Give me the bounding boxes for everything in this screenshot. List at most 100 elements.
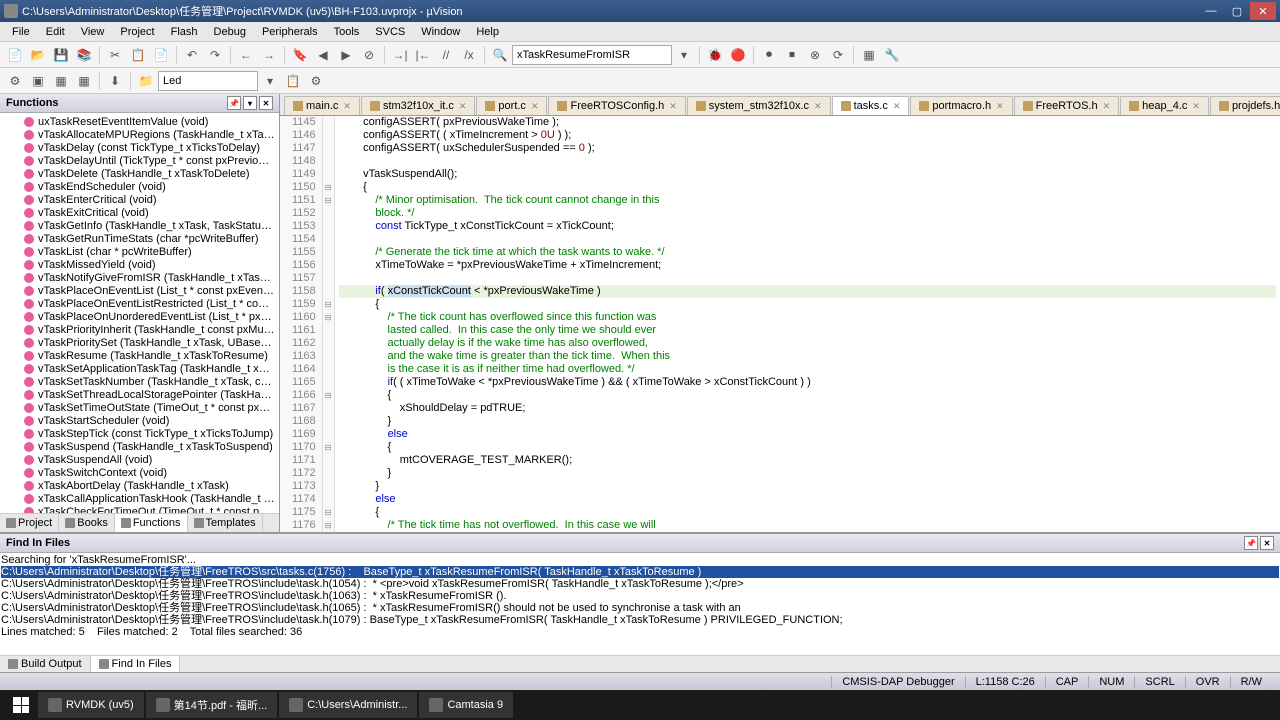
download-button[interactable]: ⬇ [104, 70, 126, 92]
nav-back-button[interactable]: ← [235, 44, 257, 66]
stop-button[interactable]: ⏹ [781, 44, 803, 66]
target-select[interactable] [158, 71, 258, 91]
function-item[interactable]: vTaskDelay (const TickType_t xTicksToDel… [0, 141, 279, 154]
menu-peripherals[interactable]: Peripherals [254, 24, 326, 40]
debug-button[interactable]: 🐞 [704, 44, 726, 66]
maximize-button[interactable]: ▢ [1224, 2, 1250, 20]
menu-flash[interactable]: Flash [163, 24, 206, 40]
tab-close-icon[interactable]: ✕ [669, 101, 677, 112]
function-item[interactable]: vTaskList (char * pcWriteBuffer) [0, 245, 279, 258]
find-result-line[interactable]: C:\Users\Administrator\Desktop\任务管理\Free… [1, 566, 1279, 578]
menu-view[interactable]: View [73, 24, 113, 40]
panel-tab-project[interactable]: Project [0, 514, 59, 532]
find-result-line[interactable]: Lines matched: 5 Files matched: 2 Total … [1, 626, 1279, 638]
panel-pin-button[interactable]: 📌 [227, 96, 241, 110]
menu-project[interactable]: Project [112, 24, 162, 40]
function-item[interactable]: vTaskStartScheduler (void) [0, 414, 279, 427]
code-editor[interactable]: 1145114611471148114911501151115211531154… [280, 116, 1280, 532]
editor-tab[interactable]: projdefs.h✕ [1210, 96, 1280, 115]
record-button[interactable]: ⏺ [758, 44, 780, 66]
function-item[interactable]: vTaskAllocateMPURegions (TaskHandle_t xT… [0, 128, 279, 141]
function-item[interactable]: uxTaskResetEventItemValue (void) [0, 115, 279, 128]
paste-button[interactable]: 📄 [150, 44, 172, 66]
function-item[interactable]: vTaskEndScheduler (void) [0, 180, 279, 193]
function-item[interactable]: vTaskExitCritical (void) [0, 206, 279, 219]
minimize-button[interactable]: — [1198, 2, 1224, 20]
translate-button[interactable]: ⚙ [4, 70, 26, 92]
search-input[interactable] [512, 45, 672, 65]
undo-button[interactable]: ↶ [181, 44, 203, 66]
editor-tab[interactable]: port.c✕ [476, 96, 547, 115]
function-item[interactable]: vTaskDelayUntil (TickType_t * const pxPr… [0, 154, 279, 167]
panel-tab-functions[interactable]: Functions [115, 514, 188, 532]
function-item[interactable]: vTaskSetThreadLocalStoragePointer (TaskH… [0, 388, 279, 401]
function-item[interactable]: vTaskPriorityInherit (TaskHandle_t const… [0, 323, 279, 336]
menu-debug[interactable]: Debug [206, 24, 254, 40]
taskbar-item[interactable]: RVMDK (uv5) [38, 692, 144, 718]
panel-close-button[interactable]: ✕ [259, 96, 273, 110]
tools-button[interactable]: 🔧 [881, 44, 903, 66]
function-item[interactable]: vTaskGetRunTimeStats (char *pcWriteBuffe… [0, 232, 279, 245]
tab-close-icon[interactable]: ✕ [893, 101, 901, 112]
taskbar-item[interactable]: Camtasia 9 [419, 692, 513, 718]
function-item[interactable]: vTaskResume (TaskHandle_t xTaskToResume) [0, 349, 279, 362]
editor-tab[interactable]: system_stm32f10x.c✕ [687, 96, 831, 115]
function-item[interactable]: vTaskSetApplicationTaskTag (TaskHandle_t… [0, 362, 279, 375]
reset-button[interactable]: ⟳ [827, 44, 849, 66]
editor-tab[interactable]: stm32f10x_it.c✕ [361, 96, 475, 115]
functions-tree[interactable]: uxTaskResetEventItemValue (void)vTaskAll… [0, 113, 279, 513]
uncomment-button[interactable]: /x [458, 44, 480, 66]
save-button[interactable]: 💾 [50, 44, 72, 66]
editor-tab[interactable]: FreeRTOS.h✕ [1014, 96, 1120, 115]
function-item[interactable]: vTaskPlaceOnEventListRestricted (List_t … [0, 297, 279, 310]
find-result-line[interactable]: C:\Users\Administrator\Desktop\任务管理\Free… [1, 578, 1279, 590]
bookmark-button[interactable]: 🔖 [289, 44, 311, 66]
function-item[interactable]: vTaskStepTick (const TickType_t xTicksTo… [0, 427, 279, 440]
function-item[interactable]: vTaskDelete (TaskHandle_t xTaskToDelete) [0, 167, 279, 180]
bookmark-next-button[interactable]: ▶ [335, 44, 357, 66]
find-results[interactable]: Searching for 'xTaskResumeFromISR'...C:\… [0, 553, 1280, 655]
menu-file[interactable]: File [4, 24, 38, 40]
function-item[interactable]: vTaskSuspend (TaskHandle_t xTaskToSuspen… [0, 440, 279, 453]
menu-window[interactable]: Window [413, 24, 468, 40]
panel-tab-books[interactable]: Books [59, 514, 115, 532]
function-item[interactable]: vTaskSetTaskNumber (TaskHandle_t xTask, … [0, 375, 279, 388]
build-button[interactable]: ▣ [27, 70, 49, 92]
find-next-button[interactable]: ▾ [673, 44, 695, 66]
comment-button[interactable]: // [435, 44, 457, 66]
options-button[interactable]: ⚙ [305, 70, 327, 92]
target-options-button[interactable]: 📁 [135, 70, 157, 92]
bookmark-prev-button[interactable]: ◀ [312, 44, 334, 66]
function-item[interactable]: vTaskGetInfo (TaskHandle_t xTask, TaskSt… [0, 219, 279, 232]
copy-button[interactable]: 📋 [127, 44, 149, 66]
rebuild-button[interactable]: ▦ [50, 70, 72, 92]
tab-close-icon[interactable]: ✕ [343, 101, 351, 112]
new-button[interactable]: 📄 [4, 44, 26, 66]
function-item[interactable]: vTaskNotifyGiveFromISR (TaskHandle_t xTa… [0, 271, 279, 284]
function-item[interactable]: vTaskPrioritySet (TaskHandle_t xTask, UB… [0, 336, 279, 349]
window-button[interactable]: ▦ [858, 44, 880, 66]
function-item[interactable]: xTaskCheckForTimeOut (TimeOut_t * const … [0, 505, 279, 513]
close-button[interactable]: ✕ [1250, 2, 1276, 20]
indent-button[interactable]: →| [389, 44, 411, 66]
find-pin-button[interactable]: 📌 [1244, 536, 1258, 550]
output-tab-build-output[interactable]: Build Output [0, 656, 91, 672]
function-item[interactable]: vTaskPlaceOnEventList (List_t * const px… [0, 284, 279, 297]
batch-build-button[interactable]: ▦ [73, 70, 95, 92]
function-item[interactable]: vTaskSwitchContext (void) [0, 466, 279, 479]
find-result-line[interactable]: C:\Users\Administrator\Desktop\任务管理\Free… [1, 602, 1279, 614]
menu-edit[interactable]: Edit [38, 24, 73, 40]
function-item[interactable]: vTaskEnterCritical (void) [0, 193, 279, 206]
function-item[interactable]: vTaskMissedYield (void) [0, 258, 279, 271]
panel-menu-button[interactable]: ▾ [243, 96, 257, 110]
menu-svcs[interactable]: SVCS [367, 24, 413, 40]
menu-help[interactable]: Help [468, 24, 507, 40]
tab-close-icon[interactable]: ✕ [531, 101, 539, 112]
editor-tab[interactable]: portmacro.h✕ [910, 96, 1012, 115]
function-item[interactable]: vTaskPlaceOnUnorderedEventList (List_t *… [0, 310, 279, 323]
function-item[interactable]: xTaskCallApplicationTaskHook (TaskHandle… [0, 492, 279, 505]
kill-button[interactable]: ⊗ [804, 44, 826, 66]
redo-button[interactable]: ↷ [204, 44, 226, 66]
manage-button[interactable]: 📋 [282, 70, 304, 92]
find-result-line[interactable]: C:\Users\Administrator\Desktop\任务管理\Free… [1, 614, 1279, 626]
